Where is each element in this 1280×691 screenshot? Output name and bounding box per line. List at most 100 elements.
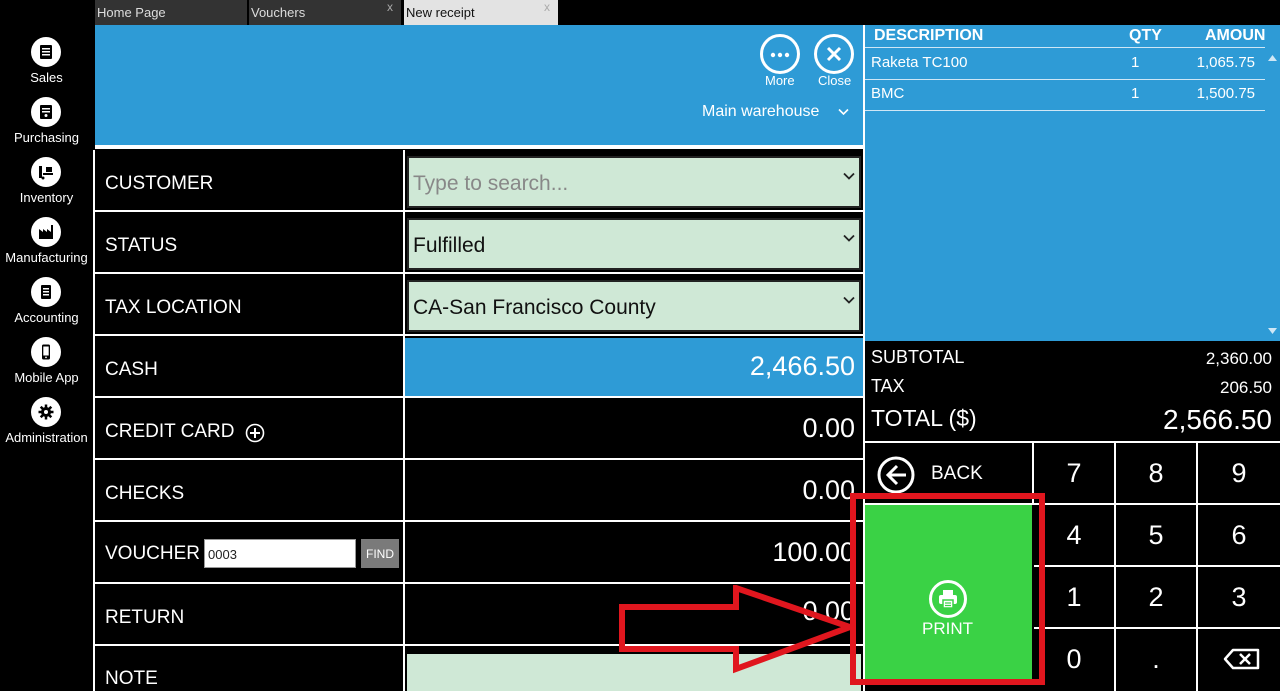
keypad-backspace-button[interactable] xyxy=(1198,629,1280,691)
sidebar-item-label: Accounting xyxy=(14,310,79,325)
more-button[interactable] xyxy=(760,34,800,74)
checks-amount-field[interactable]: 0.00 xyxy=(405,462,863,522)
voucher-label: VOUCHER xyxy=(105,543,201,564)
tax-value: 206.50 xyxy=(1220,378,1272,397)
item-qty: 1 xyxy=(1131,85,1140,102)
checks-label: CHECKS xyxy=(105,483,185,504)
sidebar-item-label: Mobile App xyxy=(14,370,79,385)
credit-card-amount-field[interactable]: 0.00 xyxy=(405,400,863,460)
more-icon xyxy=(770,52,790,58)
item-qty: 1 xyxy=(1131,54,1140,71)
keypad-key-7[interactable]: 7 xyxy=(1034,443,1116,505)
credit-card-amount: 0.00 xyxy=(802,413,855,443)
tab-vouchers[interactable]: Vouchers x xyxy=(249,0,401,25)
header-divider xyxy=(95,145,863,149)
voucher-amount-field[interactable]: 100.00 xyxy=(405,524,863,584)
cash-amount: 2,466.50 xyxy=(749,351,855,381)
keypad-key-1[interactable]: 1 xyxy=(1034,567,1116,629)
column-header-description: DESCRIPTION xyxy=(874,27,984,44)
tab-new-receipt[interactable]: New receipt x xyxy=(404,0,558,25)
more-label: More xyxy=(765,73,795,88)
subtotal-label: SUBTOTAL xyxy=(871,347,965,367)
sales-icon xyxy=(31,37,61,67)
keypad-key-5[interactable]: 5 xyxy=(1116,505,1198,567)
chevron-down-icon xyxy=(843,172,855,180)
manufacturing-icon xyxy=(31,217,61,247)
sidebar-item-sales[interactable]: Sales xyxy=(0,37,93,97)
add-credit-card-icon[interactable] xyxy=(245,423,265,443)
sidebar: Sales Purchasing Inventory Manufacturing… xyxy=(0,25,93,691)
close-button[interactable] xyxy=(814,34,854,74)
sidebar-item-purchasing[interactable]: Purchasing xyxy=(0,97,93,157)
keypad-key-9[interactable]: 9 xyxy=(1198,443,1280,505)
sidebar-item-mobile-app[interactable]: Mobile App xyxy=(0,337,93,397)
status-value: Fulfilled xyxy=(413,234,486,257)
tab-label: Vouchers xyxy=(251,5,306,20)
cash-amount-field[interactable]: 2,466.50 xyxy=(405,338,863,398)
sidebar-item-inventory[interactable]: Inventory xyxy=(0,157,93,217)
status-value-cell: Fulfilled xyxy=(405,214,863,274)
keypad-key-8[interactable]: 8 xyxy=(1116,443,1198,505)
close-icon xyxy=(826,46,842,62)
tax-location-value: CA-San Francisco County xyxy=(413,296,656,319)
list-item[interactable]: Raketa TC100 1 1,065.75 xyxy=(865,48,1265,80)
tab-label: Home Page xyxy=(97,5,166,20)
status-label: STATUS xyxy=(105,235,178,256)
accounting-icon xyxy=(31,277,61,307)
keypad-key-6[interactable]: 6 xyxy=(1198,505,1280,567)
close-label: Close xyxy=(818,73,852,88)
keypad-key-3[interactable]: 3 xyxy=(1198,567,1280,629)
keypad-key-4[interactable]: 4 xyxy=(1034,505,1116,567)
sidebar-item-accounting[interactable]: Accounting xyxy=(0,277,93,337)
sidebar-item-manufacturing[interactable]: Manufacturing xyxy=(0,217,93,277)
status-select[interactable]: Fulfilled xyxy=(407,218,861,270)
scroll-down-icon[interactable] xyxy=(1268,328,1277,334)
tax-location-select[interactable]: CA-San Francisco County xyxy=(407,280,861,332)
sidebar-item-administration[interactable]: Administration xyxy=(0,397,93,457)
highlight-box xyxy=(850,493,1045,685)
checks-label-cell: CHECKS xyxy=(95,462,403,522)
form-divider xyxy=(403,150,405,691)
form-border xyxy=(93,150,95,691)
warehouse-value: Main warehouse xyxy=(702,103,820,120)
return-label-cell: RETURN xyxy=(95,586,403,646)
customer-search-input[interactable]: Type to search... xyxy=(407,156,861,208)
return-label: RETURN xyxy=(105,607,185,628)
voucher-amount: 100.00 xyxy=(772,537,855,567)
keypad-key-0[interactable]: 0 xyxy=(1034,629,1116,691)
tab-home-page[interactable]: Home Page xyxy=(95,0,247,25)
item-amount: 1,500.75 xyxy=(1196,85,1255,102)
close-icon[interactable]: x xyxy=(387,0,393,20)
items-scrollbar[interactable] xyxy=(1265,25,1280,341)
customer-label-cell: CUSTOMER xyxy=(95,152,403,212)
checks-amount: 0.00 xyxy=(802,475,855,505)
chevron-down-icon xyxy=(843,234,855,242)
list-item[interactable]: BMC 1 1,500.75 xyxy=(865,79,1265,111)
cash-label-cell: CASH xyxy=(95,338,403,398)
close-icon[interactable]: x xyxy=(544,0,550,20)
voucher-code-input[interactable]: 0003 xyxy=(204,539,356,568)
sidebar-item-label: Sales xyxy=(30,70,63,85)
sidebar-item-label: Inventory xyxy=(19,190,74,205)
customer-placeholder: Type to search... xyxy=(413,172,569,195)
customer-value-cell: Type to search... xyxy=(405,152,863,212)
chevron-down-icon xyxy=(843,296,855,304)
purchasing-icon xyxy=(31,97,61,127)
tax-location-label-cell: TAX LOCATION xyxy=(95,276,403,336)
scroll-up-icon[interactable] xyxy=(1268,55,1277,61)
note-label-cell: NOTE xyxy=(95,648,403,691)
credit-card-label-cell: CREDIT CARD xyxy=(95,400,403,460)
item-amount: 1,065.75 xyxy=(1196,54,1255,71)
keypad-key-2[interactable]: 2 xyxy=(1116,567,1198,629)
mobile-icon xyxy=(31,337,61,367)
chevron-down-icon xyxy=(838,108,849,116)
items-list: DESCRIPTION QTY AMOUNT Raketa TC100 1 1,… xyxy=(865,25,1280,341)
tax-location-value-cell: CA-San Francisco County xyxy=(405,276,863,336)
keypad-key-decimal[interactable]: . xyxy=(1116,629,1198,691)
find-voucher-button[interactable]: FIND xyxy=(361,539,399,568)
tab-bar: Home Page Vouchers x New receipt x xyxy=(0,0,1280,25)
gear-icon xyxy=(31,397,61,427)
back-label: BACK xyxy=(931,463,983,484)
back-arrow-icon xyxy=(877,456,915,494)
warehouse-select[interactable]: Main warehouse xyxy=(702,103,852,127)
